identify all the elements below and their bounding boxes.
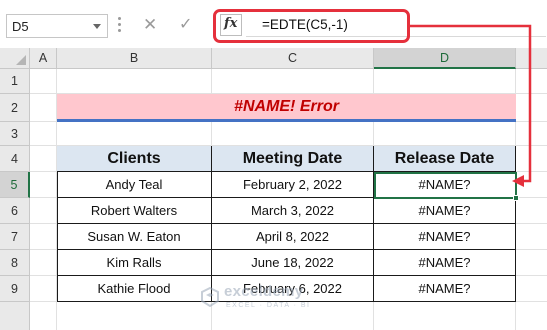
column-header-a[interactable]: A	[30, 48, 57, 69]
header-meeting-date[interactable]: Meeting Date	[212, 146, 374, 172]
column-header-d[interactable]: D	[374, 48, 516, 69]
cell-release-date[interactable]: #NAME?	[374, 198, 516, 224]
cell-client[interactable]: Susan W. Eaton	[57, 224, 212, 250]
cell-release-date[interactable]: #NAME?	[374, 224, 516, 250]
watermark-logo: exceldemy EXCEL · DATA · BI	[196, 281, 356, 319]
cancel-x-icon[interactable]: ✕	[143, 15, 157, 35]
select-all-button[interactable]	[0, 48, 30, 69]
cell-meeting-date[interactable]: March 3, 2022	[212, 198, 374, 224]
watermark-name: exceldemy	[224, 283, 304, 300]
row-header-10[interactable]	[0, 302, 30, 330]
cell-client[interactable]: Robert Walters	[57, 198, 212, 224]
row-header-2[interactable]: 2	[0, 94, 30, 122]
formula-bar-area: D5 ✕ ✓ fx =EDTE(C5,-1)	[0, 0, 547, 48]
cell-client[interactable]: Andy Teal	[57, 172, 212, 198]
row-header-6[interactable]: 6	[0, 198, 30, 224]
fill-handle[interactable]	[513, 195, 519, 201]
page-title: #NAME! Error	[234, 98, 339, 115]
name-box-value: D5	[12, 19, 29, 34]
drag-handle-icon[interactable]	[118, 17, 121, 35]
row-header-5[interactable]: 5	[0, 172, 30, 198]
watermark-tagline: EXCEL · DATA · BI	[226, 302, 311, 309]
column-header-b[interactable]: B	[57, 48, 212, 69]
row-header-9[interactable]: 9	[0, 276, 30, 302]
exceldemy-logo-icon	[201, 287, 219, 307]
row-header-3[interactable]: 3	[0, 122, 30, 146]
header-clients[interactable]: Clients	[57, 146, 212, 172]
row-header-4[interactable]: 4	[0, 146, 30, 172]
enter-check-icon[interactable]: ✓	[179, 15, 192, 35]
name-box[interactable]: D5	[6, 14, 108, 38]
cell-meeting-date[interactable]: June 18, 2022	[212, 250, 374, 276]
cell-client[interactable]: Kim Ralls	[57, 250, 212, 276]
formula-highlight-box	[213, 9, 410, 43]
cell-meeting-date[interactable]: April 8, 2022	[212, 224, 374, 250]
cell-meeting-date[interactable]: February 2, 2022	[212, 172, 374, 198]
row-header-1[interactable]: 1	[0, 69, 30, 94]
cell-release-date[interactable]: #NAME?	[374, 276, 516, 302]
column-header-c[interactable]: C	[212, 48, 374, 69]
active-cell-selection[interactable]	[374, 172, 519, 201]
title-underline	[57, 119, 516, 122]
cell-client[interactable]: Kathie Flood	[57, 276, 212, 302]
header-release-date[interactable]: Release Date	[374, 146, 516, 172]
row-header-8[interactable]: 8	[0, 250, 30, 276]
row-header-7[interactable]: 7	[0, 224, 30, 250]
chevron-down-icon[interactable]	[93, 24, 101, 29]
column-header-e[interactable]	[516, 48, 547, 69]
cell-release-date[interactable]: #NAME?	[374, 250, 516, 276]
